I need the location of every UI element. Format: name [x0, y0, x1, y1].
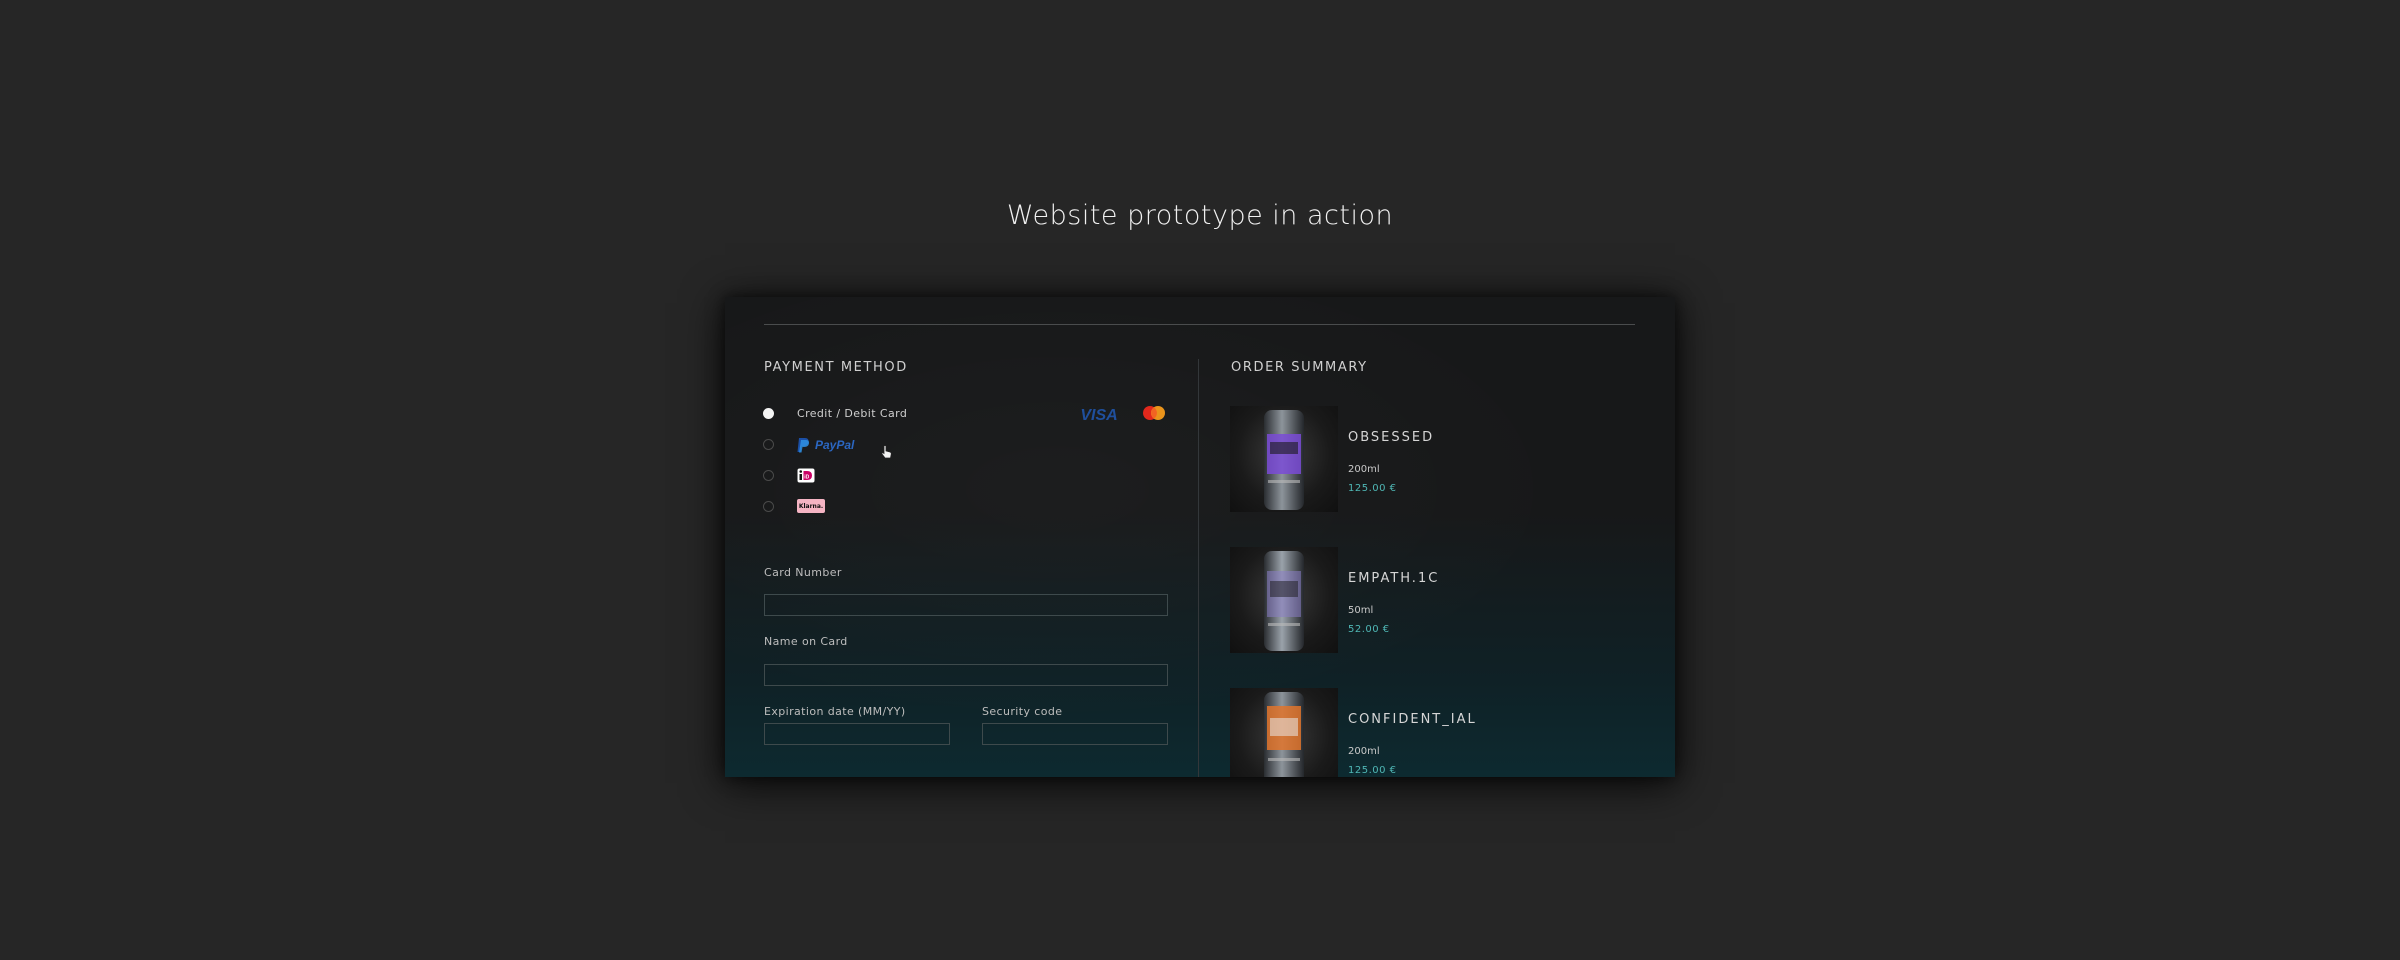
top-divider: [764, 324, 1635, 325]
hand-cursor-icon: [881, 445, 892, 459]
paypal-logo-icon: PayPal: [797, 438, 855, 453]
payment-option-card-label: Credit / Debit Card: [797, 407, 908, 420]
product-tube-image: [1264, 551, 1304, 651]
payment-option-card[interactable]: Credit / Debit Card: [763, 406, 1013, 424]
order-item[interactable]: CONFIDENT_IAL 200ml 125.00 €: [1230, 688, 1530, 777]
card-number-input[interactable]: [764, 594, 1168, 616]
expiration-date-label: Expiration date (MM/YY): [764, 705, 906, 718]
radio-klarna[interactable]: [763, 501, 774, 512]
product-price: 125.00 €: [1348, 483, 1397, 494]
order-item[interactable]: OBSESSED 200ml 125.00 €: [1230, 406, 1530, 516]
product-size: 200ml: [1348, 464, 1380, 475]
payment-option-klarna[interactable]: Klarna.: [763, 499, 1013, 517]
product-name: OBSESSED: [1348, 430, 1435, 445]
order-summary-title: ORDER SUMMARY: [1231, 360, 1368, 375]
product-image: [1230, 688, 1338, 777]
mastercard-icon: [1143, 406, 1165, 420]
product-tube-image: [1264, 410, 1304, 510]
product-name: CONFIDENT_IAL: [1348, 712, 1477, 727]
card-number-label: Card Number: [764, 566, 842, 579]
product-size: 50ml: [1348, 605, 1374, 616]
ideal-logo-icon: iD: [797, 468, 815, 483]
product-size: 200ml: [1348, 746, 1380, 757]
product-image: [1230, 547, 1338, 653]
radio-paypal[interactable]: [763, 439, 774, 450]
page-headline: Website prototype in action: [1006, 200, 1394, 231]
name-on-card-input[interactable]: [764, 664, 1168, 686]
visa-text: VISA: [1080, 407, 1117, 422]
product-price: 52.00 €: [1348, 624, 1390, 635]
radio-ideal[interactable]: [763, 470, 774, 481]
product-name: EMPATH.1C: [1348, 571, 1440, 586]
product-price: 125.00 €: [1348, 765, 1397, 776]
security-code-input[interactable]: [982, 723, 1168, 745]
product-image: [1230, 406, 1338, 512]
expiration-date-input[interactable]: [764, 723, 950, 745]
paypal-text: PayPal: [815, 438, 855, 452]
security-code-label: Security code: [982, 705, 1063, 718]
checkout-prototype-frame: PAYMENT METHOD Credit / Debit Card VISA …: [725, 297, 1675, 777]
order-item[interactable]: EMPATH.1C 50ml 52.00 €: [1230, 547, 1530, 657]
ideal-text: iD: [804, 475, 809, 481]
payment-method-title: PAYMENT METHOD: [764, 360, 908, 375]
payment-option-ideal[interactable]: iD: [763, 468, 1013, 486]
klarna-logo-icon: Klarna.: [797, 499, 825, 513]
visa-icon: VISA: [1080, 407, 1117, 422]
radio-card[interactable]: [763, 408, 774, 419]
product-tube-image: [1264, 692, 1304, 777]
name-on-card-label: Name on Card: [764, 635, 848, 648]
column-divider: [1198, 359, 1199, 777]
payment-option-paypal[interactable]: PayPal: [763, 437, 1013, 459]
